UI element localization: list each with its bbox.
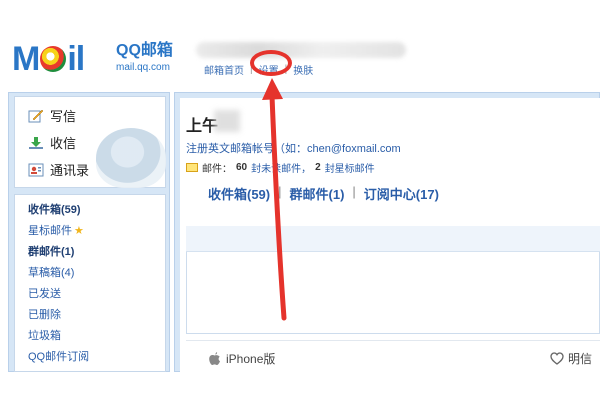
link-change-skin[interactable]: 换肤 xyxy=(293,62,313,77)
inbox-download-icon xyxy=(29,136,43,149)
starred-link[interactable]: 封星标邮件 xyxy=(325,160,375,175)
sidebar-compose[interactable]: 写信 xyxy=(28,106,76,125)
unread-link[interactable]: 封未读邮件， xyxy=(251,160,311,175)
blurred-username xyxy=(196,42,406,58)
blurred-greeting-name xyxy=(214,110,240,132)
header-bar: M il QQ邮箱 mail.qq.com 邮箱首页 | 设置 | 换肤 xyxy=(0,28,600,88)
quick-link-subscription-center[interactable]: 订阅中心(17) xyxy=(364,184,439,203)
sidebar-compose-label: 写信 xyxy=(50,109,77,124)
folder-drafts[interactable]: 草稿箱(4) xyxy=(28,267,74,280)
quick-link-separator: | xyxy=(352,184,356,199)
sidebar-receive-label: 收信 xyxy=(50,136,77,151)
brand-name: QQ邮箱 xyxy=(116,42,173,59)
logo-letter-m: M xyxy=(12,40,40,78)
apple-icon xyxy=(209,352,220,365)
sidebar-contacts-label: 通讯录 xyxy=(50,163,90,178)
heart-icon xyxy=(550,352,564,365)
unread-count: 60 xyxy=(236,162,248,173)
quick-link-inbox[interactable]: 收件箱(59) xyxy=(208,184,270,203)
quick-link-group-mail[interactable]: 群邮件(1) xyxy=(290,184,345,203)
iphone-version-label: iPhone版 xyxy=(226,352,276,366)
link-mail-home[interactable]: 邮箱首页 xyxy=(204,62,244,77)
quick-link-separator: | xyxy=(278,184,282,199)
brand-block: QQ邮箱 mail.qq.com xyxy=(116,42,173,74)
starred-count: 2 xyxy=(315,162,321,173)
envelope-icon xyxy=(186,163,198,172)
iphone-version-link[interactable]: iPhone版 xyxy=(208,350,275,367)
postcard-label: 明信 xyxy=(568,352,593,366)
mail-stats: 邮件： 60 封未读邮件， 2 封星标邮件 xyxy=(186,160,375,175)
folder-group-mail[interactable]: 群邮件(1) xyxy=(28,246,74,259)
qqmail-logo[interactable]: M il xyxy=(12,40,85,78)
folder-subscriptions[interactable]: QQ邮件订阅 xyxy=(28,351,89,364)
folder-list xyxy=(14,194,166,372)
folder-inbox[interactable]: 收件箱(59) xyxy=(28,204,81,217)
content-box-header xyxy=(186,226,600,252)
logo-ball-icon xyxy=(40,46,67,72)
folder-starred[interactable]: 星标邮件 ★ xyxy=(28,225,84,238)
contacts-icon xyxy=(28,163,44,176)
folder-spam[interactable]: 垃圾箱 xyxy=(28,330,61,343)
sidebar-receive[interactable]: 收信 xyxy=(28,133,76,152)
quick-links: 收件箱(59) | 群邮件(1) | 订阅中心(17) xyxy=(208,184,439,203)
sidebar-contacts[interactable]: 通讯录 xyxy=(28,160,89,179)
brand-url: mail.qq.com xyxy=(116,62,170,73)
folder-sent[interactable]: 已发送 xyxy=(28,288,61,301)
compose-icon xyxy=(28,109,44,122)
penguin-watermark-icon xyxy=(96,128,166,188)
folder-starred-label: 星标邮件 xyxy=(28,225,72,237)
folder-deleted[interactable]: 已删除 xyxy=(28,309,61,322)
logo-letters-il: il xyxy=(67,40,85,78)
register-english-account-link[interactable]: 注册英文邮箱帐号（如：chen@foxmail.com xyxy=(186,140,401,156)
star-icon: ★ xyxy=(74,225,84,237)
postcard-link[interactable]: 明信 xyxy=(550,350,592,367)
annotation-highlight-ring xyxy=(250,50,292,76)
stats-prefix: 邮件： xyxy=(202,164,232,175)
